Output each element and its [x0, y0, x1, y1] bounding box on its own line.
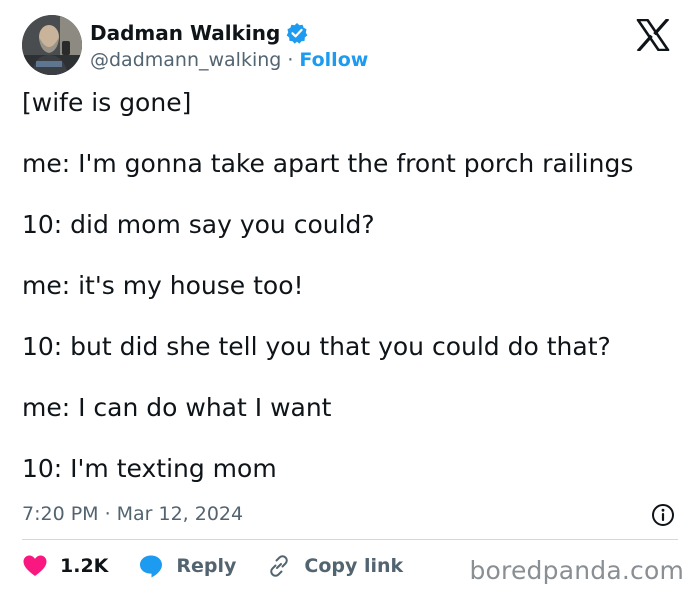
like-button[interactable]: 1.2K: [22, 553, 108, 579]
tweet-line: 10: did mom say you could?: [22, 210, 375, 239]
copy-link-label: Copy link: [304, 555, 404, 577]
tweet-card: Dadman Walking @dadmann_walking · Follow…: [0, 0, 700, 594]
tweet-time: 7:20 PM: [22, 503, 99, 525]
x-logo-icon[interactable]: [636, 17, 670, 53]
handle-separator: ·: [287, 49, 294, 71]
tweet-line: me: it's my house too!: [22, 271, 304, 300]
timestamp-separator: ·: [104, 503, 111, 525]
watermark: boredpanda.com: [469, 556, 684, 585]
info-icon[interactable]: [651, 503, 675, 527]
author-handle[interactable]: @dadmann_walking: [90, 49, 281, 71]
avatar-image: [22, 15, 82, 75]
verified-badge-icon: [286, 22, 308, 44]
tweet-date: Mar 12, 2024: [116, 503, 244, 525]
author-display-name[interactable]: Dadman Walking: [90, 21, 280, 45]
tweet-text: [wife is gone] me: I'm gonna take apart …: [22, 88, 682, 515]
link-icon: [266, 553, 292, 579]
like-count: 1.2K: [60, 555, 109, 577]
tweet-line: me: I can do what I want: [22, 393, 332, 422]
follow-button[interactable]: Follow: [299, 49, 368, 71]
tweet-timestamp[interactable]: 7:20 PM · Mar 12, 2024: [22, 503, 243, 525]
tweet-line: 10: I'm texting mom: [22, 454, 277, 483]
reply-bubble-icon: [138, 553, 164, 579]
heart-icon: [22, 553, 48, 579]
tweet-line: me: I'm gonna take apart the front porch…: [22, 149, 634, 178]
tweet-line: [wife is gone]: [22, 88, 192, 117]
tweet-line: 10: but did she tell you that you could …: [22, 332, 611, 361]
author-handle-row: @dadmann_walking · Follow: [90, 48, 368, 72]
divider: [22, 539, 678, 540]
reply-button[interactable]: Reply: [138, 553, 236, 579]
author-name-row: Dadman Walking: [90, 20, 308, 46]
copy-link-button[interactable]: Copy link: [266, 553, 403, 579]
reply-label: Reply: [176, 555, 237, 577]
avatar[interactable]: [22, 15, 82, 75]
action-bar: 1.2K Reply Copy link: [22, 552, 433, 580]
